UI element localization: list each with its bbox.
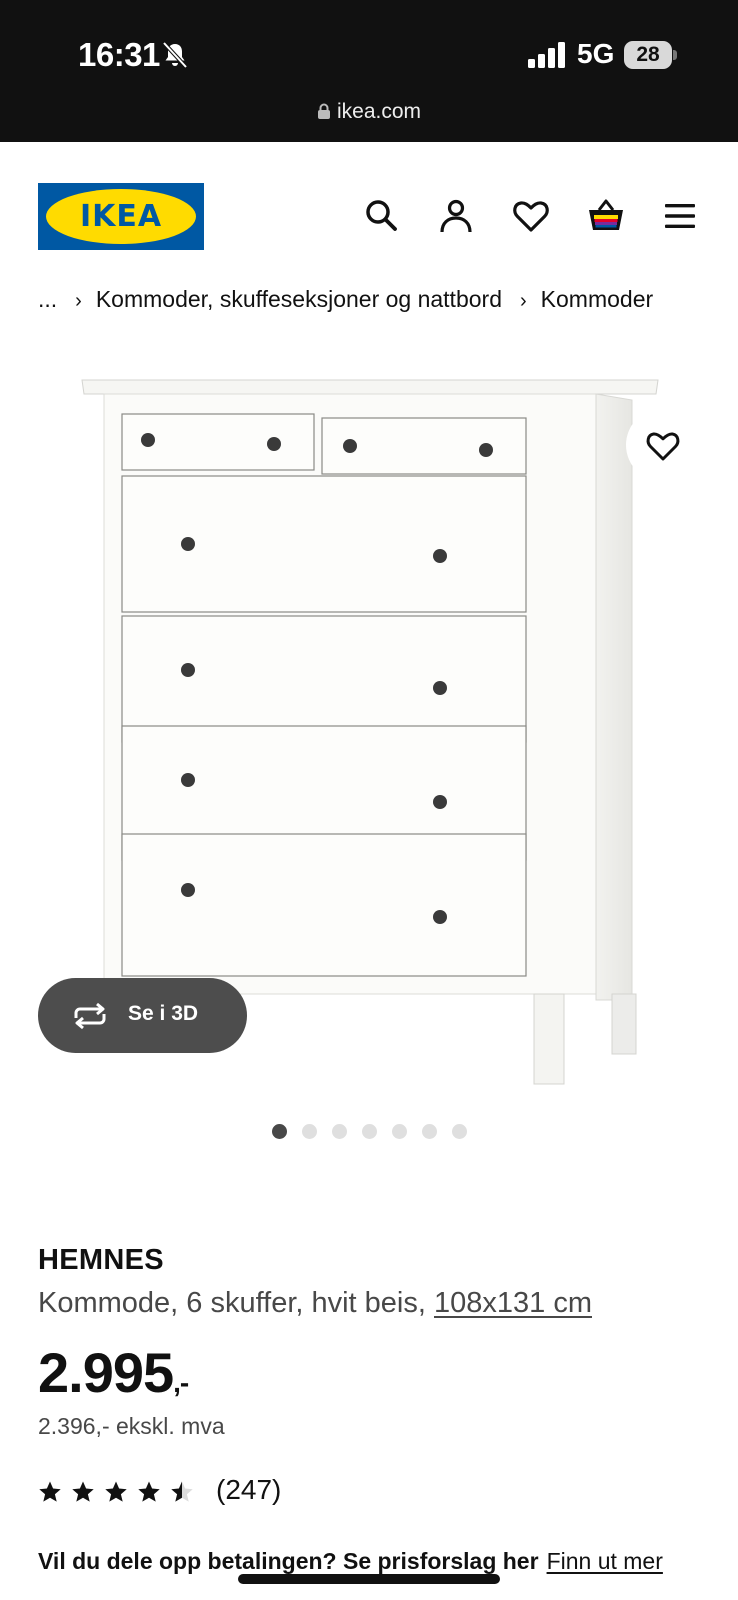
heart-icon [513, 201, 549, 232]
battery-indicator: 28 [624, 41, 672, 69]
installment-link[interactable]: Finn ut mer [547, 1548, 663, 1574]
star-icon [138, 1481, 160, 1502]
view-in-3d-label: Se i 3D [128, 1002, 199, 1025]
account-icon [440, 199, 472, 233]
search-button[interactable] [362, 196, 402, 236]
pagination-dot[interactable] [422, 1124, 437, 1139]
installment-text: Vil du dele opp betalingen? Se prisforsl… [38, 1548, 539, 1574]
breadcrumb-ellipsis[interactable]: ... [38, 286, 57, 312]
price-excl-vat: 2.396,- ekskl. mva [38, 1413, 225, 1439]
product-price: 2.995,- [38, 1340, 189, 1405]
rotate-3d-icon [74, 1002, 106, 1030]
view-in-3d-button[interactable]: Se i 3D [38, 978, 247, 1053]
network-type: 5G [577, 38, 615, 69]
battery-nub [673, 50, 677, 60]
chevron-right-icon: › [75, 290, 82, 312]
heart-icon [646, 432, 680, 461]
pagination-dot[interactable] [272, 1124, 287, 1139]
lock-icon [317, 103, 330, 119]
rating-stars[interactable] [38, 1478, 198, 1506]
clock: 16:31 [78, 36, 160, 73]
product-name: HEMNES [38, 1244, 164, 1276]
breadcrumb: ... › Kommoder, skuffeseksjoner og nattbor… [38, 286, 653, 313]
chevron-right-icon: › [519, 290, 527, 312]
cell-signal-icon [528, 42, 565, 68]
pagination-dot[interactable] [302, 1124, 317, 1139]
breadcrumb-item-dressers-category[interactable]: Kommoder, skuffeseksjoner og nattbord [96, 286, 502, 312]
menu-icon [665, 204, 695, 228]
star-icon [39, 1481, 61, 1502]
status-bar: 16:31 5G 28 ikea.com [0, 0, 738, 142]
breadcrumb-item-dressers[interactable]: Kommoder [541, 286, 653, 312]
search-icon [366, 200, 397, 231]
bell-muted-icon [162, 41, 188, 69]
logo-text: IKEA [79, 199, 163, 234]
star-icon [72, 1481, 94, 1502]
pagination-dot[interactable] [452, 1124, 467, 1139]
ikea-logo[interactable]: IKEA [38, 183, 204, 250]
pagination-dot[interactable] [392, 1124, 407, 1139]
save-to-wishlist-button[interactable] [626, 408, 700, 482]
account-button[interactable] [436, 196, 476, 236]
product-description: Kommode, 6 skuffer, hvit beis, 108x131 c… [38, 1287, 592, 1320]
home-indicator[interactable] [238, 1574, 500, 1584]
pagination-dot[interactable] [362, 1124, 377, 1139]
basket-icon [589, 199, 623, 230]
installment-info: Vil du dele opp betalingen? Se prisforsl… [38, 1548, 663, 1575]
star-icon [105, 1481, 127, 1502]
wishlist-button[interactable] [511, 196, 551, 236]
product-description-text: Kommode, 6 skuffer, hvit beis, [38, 1287, 426, 1319]
price-value: 2.995 [38, 1341, 174, 1404]
price-suffix: ,- [173, 1367, 189, 1398]
menu-button[interactable] [660, 196, 700, 236]
review-count[interactable]: (247) [216, 1474, 281, 1506]
pagination-dot[interactable] [332, 1124, 347, 1139]
product-dimensions-link[interactable]: 108x131 cm [434, 1287, 592, 1319]
address-bar[interactable]: ikea.com [0, 100, 738, 124]
url-text: ikea.com [336, 100, 422, 123]
basket-button[interactable] [586, 196, 626, 236]
